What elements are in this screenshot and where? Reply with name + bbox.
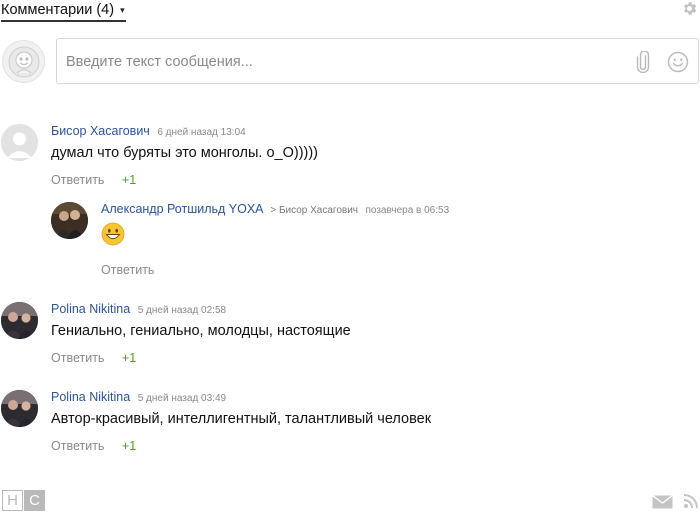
avatar [1, 390, 38, 427]
reply-button[interactable]: Ответить [51, 351, 104, 365]
comment-text: Автор-красивый, интеллигентный, талантли… [51, 411, 432, 427]
comment-header: Polina Nikitina 5 дней назад 03:49 [51, 390, 226, 404]
upvote-button[interactable]: +1 [122, 439, 136, 453]
reply-button[interactable]: Ответить [101, 263, 154, 277]
rss-icon[interactable] [684, 494, 698, 508]
reply-button[interactable]: Ответить [51, 439, 104, 453]
comment-author[interactable]: Polina Nikitina [51, 302, 130, 316]
logo-letter-c: C [24, 490, 45, 511]
mail-icon[interactable] [652, 495, 673, 509]
user-photo [51, 202, 88, 239]
upvote-button[interactable]: +1 [122, 351, 136, 365]
logo-letter-h: H [2, 490, 23, 511]
comment-item: Бисор Хасагович 6 дней назад 13:04 думал… [1, 124, 691, 190]
comment-item: Polina Nikitina 5 дней назад 02:58 Гениа… [1, 302, 691, 368]
default-user-icon [1, 124, 38, 161]
comment-author[interactable]: Polina Nikitina [51, 390, 130, 404]
comment-author[interactable]: Александр Ротшильд YOXA [101, 202, 263, 216]
current-user-avatar [2, 40, 45, 83]
comment-item: Polina Nikitina 5 дней назад 03:49 Автор… [1, 390, 691, 456]
comment-timestamp: 5 дней назад 02:58 [137, 305, 227, 316]
comment-actions: Ответить +1 [51, 351, 136, 365]
attachment-icon[interactable] [636, 51, 650, 73]
reply-to-author[interactable]: > Бисор Хасагович [270, 205, 358, 216]
comment-header: Polina Nikitina 5 дней назад 02:58 [51, 302, 226, 316]
anonymous-user-icon [8, 46, 39, 77]
comment-timestamp: позавчера в 06:53 [365, 205, 450, 216]
user-photo [1, 390, 38, 427]
comment-author[interactable]: Бисор Хасагович [51, 124, 150, 138]
reply-button[interactable]: Ответить [51, 173, 104, 187]
avatar [1, 302, 38, 339]
comment-text: думал что буряты это монголы. о_О))))) [51, 145, 319, 161]
comment-text: Гениально, гениально, молодцы, настоящие [51, 323, 351, 339]
comments-count-dropdown[interactable]: Комментарии (4) ▾ [1, 0, 126, 22]
hypercomments-logo[interactable]: H C [2, 490, 45, 512]
smiley-emoji [101, 222, 125, 246]
comment-header: Бисор Хасагович 6 дней назад 13:04 [51, 124, 246, 138]
caret-down-icon: ▾ [120, 4, 125, 15]
emoji-picker-icon[interactable] [667, 51, 689, 73]
message-input[interactable] [66, 51, 626, 73]
comment-timestamp: 5 дней назад 03:49 [137, 393, 227, 404]
comments-title: Комментарии (4) [1, 2, 115, 18]
avatar [51, 202, 88, 239]
comment-actions: Ответить +1 [51, 173, 136, 187]
gear-icon[interactable] [681, 0, 698, 17]
comment-actions: Ответить [101, 263, 154, 277]
user-photo [1, 302, 38, 339]
comment-composer [0, 38, 700, 84]
comment-timestamp: 6 дней назад 13:04 [157, 127, 246, 138]
avatar [1, 124, 38, 161]
reply-item: Александр Ротшильд YOXA > Бисор Хасагови… [51, 202, 691, 280]
comments-header: Комментарии (4) ▾ [0, 0, 700, 24]
comment-header: Александр Ротшильд YOXA > Бисор Хасагови… [101, 202, 449, 216]
comment-actions: Ответить +1 [51, 439, 136, 453]
message-input-box [56, 38, 699, 84]
upvote-button[interactable]: +1 [122, 173, 136, 187]
